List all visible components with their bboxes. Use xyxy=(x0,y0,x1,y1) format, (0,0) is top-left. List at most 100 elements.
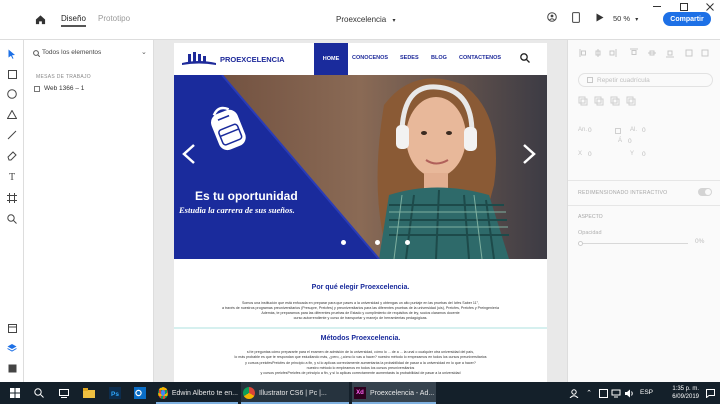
network-icon[interactable] xyxy=(610,386,622,400)
hero-title: Es tu oportunidad xyxy=(195,189,298,203)
tab-prototype[interactable]: Prototipo xyxy=(98,14,130,23)
opacity-slider[interactable] xyxy=(578,241,688,247)
y-label: Y xyxy=(630,151,635,157)
boolean-icons[interactable] xyxy=(578,96,648,106)
zoom-level[interactable]: 50 % ▾ xyxy=(613,14,638,23)
y-value[interactable]: 0 xyxy=(642,151,646,158)
minimize-icon[interactable] xyxy=(650,2,664,12)
prev-slide-arrow-icon[interactable] xyxy=(179,143,199,165)
layers-icon[interactable] xyxy=(4,340,20,356)
people-icon[interactable] xyxy=(568,386,580,400)
share-button[interactable]: Compartir xyxy=(663,12,711,26)
logo-columns-icon xyxy=(182,52,216,65)
volume-icon[interactable] xyxy=(623,386,635,400)
device-preview-icon[interactable] xyxy=(569,10,583,24)
site-brand: PROEXCELENCIA xyxy=(220,55,285,64)
polygon-tool-icon[interactable] xyxy=(4,106,20,122)
ellipse-tool-icon[interactable] xyxy=(4,86,20,102)
plugins-icon[interactable] xyxy=(4,360,20,376)
windows-taskbar: Ps Edwin Alberto te en... Illustrator CS… xyxy=(0,382,720,404)
slide-dot[interactable] xyxy=(405,240,410,245)
width-label: An. xyxy=(578,127,588,133)
chevron-down-icon[interactable]: ⌄ xyxy=(141,48,147,56)
windows-start-icon[interactable] xyxy=(6,384,24,402)
nav-conocenos[interactable]: CONOCENOS xyxy=(352,55,388,61)
taskbar-app-chrome-illustrator[interactable]: Illustrator CS6 | Pc |... xyxy=(241,382,349,404)
height-value[interactable]: 0 xyxy=(642,127,646,134)
taskbar-app-label: Illustrator CS6 | Pc |... xyxy=(259,389,327,397)
photoshop-icon[interactable]: Ps xyxy=(106,384,124,402)
tab-design[interactable]: Diseño xyxy=(61,14,86,27)
nav-home[interactable]: HOME xyxy=(314,43,348,75)
action-center-icon[interactable] xyxy=(704,386,716,400)
x-value[interactable]: 0 xyxy=(588,151,592,158)
rotation-label: Á xyxy=(618,138,623,144)
section2-line: y cursos preicfesPreicfes de principio a… xyxy=(260,371,461,376)
pen-tool-icon[interactable] xyxy=(4,148,20,164)
share-button-label: Compartir xyxy=(670,15,704,23)
play-icon[interactable] xyxy=(593,10,607,24)
chrome-icon xyxy=(158,387,168,399)
zoom-tool-icon[interactable] xyxy=(4,211,20,227)
site-logo[interactable] xyxy=(182,52,216,66)
responsive-resize-toggle[interactable] xyxy=(698,188,712,196)
clock[interactable]: 1:35 p. m. 6/09/2019 xyxy=(659,385,699,403)
rectangle-tool-icon[interactable] xyxy=(4,66,20,82)
panel-divider xyxy=(568,205,720,206)
align-icons[interactable] xyxy=(578,48,713,58)
lock-aspect-icon[interactable] xyxy=(615,128,621,134)
height-label: Al. xyxy=(630,127,638,133)
search-icon[interactable] xyxy=(30,384,48,402)
artboard-tool-icon[interactable] xyxy=(4,190,20,206)
search-icon[interactable] xyxy=(518,51,532,65)
task-view-icon[interactable] xyxy=(55,384,73,402)
design-canvas[interactable]: PROEXCELENCIA HOME CONOCENOS SEDES BLOG … xyxy=(154,40,567,382)
align-toolbar xyxy=(578,48,713,58)
artboard-layer-item[interactable]: Web 1366 – 1 xyxy=(32,84,150,96)
line-tool-icon[interactable] xyxy=(4,127,20,143)
svg-text:Ps: Ps xyxy=(111,391,119,398)
home-icon[interactable] xyxy=(32,11,48,27)
panel-divider xyxy=(568,180,720,181)
slide-dot[interactable] xyxy=(375,240,380,245)
slide-dot[interactable] xyxy=(341,240,346,245)
opacity-slider-track xyxy=(578,243,688,244)
user-icon[interactable] xyxy=(545,10,559,24)
artboard[interactable]: PROEXCELENCIA HOME CONOCENOS SEDES BLOG … xyxy=(174,43,547,382)
rotation-value[interactable]: 0 xyxy=(628,138,632,145)
outlook-icon[interactable] xyxy=(131,384,149,402)
next-slide-arrow-icon[interactable] xyxy=(519,143,539,165)
notification-badge-icon[interactable] xyxy=(597,386,609,400)
appearance-label: ASPECTO xyxy=(578,214,603,220)
adobe-xd-icon: Xd xyxy=(354,387,366,399)
text-tool-icon[interactable]: T xyxy=(4,169,20,185)
close-icon[interactable] xyxy=(703,2,717,12)
opacity-slider-thumb[interactable] xyxy=(578,241,583,246)
document-title[interactable]: Proexcelencia ▾ xyxy=(336,15,396,24)
nav-contactenos[interactable]: CONTACTENOS xyxy=(459,55,501,61)
tool-bar: T xyxy=(0,40,24,382)
search-icon xyxy=(32,48,40,58)
taskbar-app-xd[interactable]: Xd Proexcelencia - Ad... xyxy=(352,382,436,404)
opacity-label: Opacidad xyxy=(578,230,602,236)
assets-icon[interactable] xyxy=(4,320,20,336)
chevron-up-icon[interactable]: ⌃ xyxy=(584,386,594,400)
artboard-icon xyxy=(34,86,40,92)
repeat-grid-button[interactable]: Repetir cuadrícula xyxy=(578,73,713,87)
clock-time: 1:35 p. m. xyxy=(672,386,699,392)
nav-blog[interactable]: BLOG xyxy=(431,55,447,61)
taskbar-app-chrome-edwin[interactable]: Edwin Alberto te en... xyxy=(156,382,238,404)
select-tool-icon[interactable] xyxy=(4,46,20,62)
hero-banner: Es tu oportunidad Estudia la carrera de … xyxy=(174,75,547,259)
repeat-grid-label: Repetir cuadrícula xyxy=(597,77,650,84)
nav-sedes[interactable]: SEDES xyxy=(400,55,419,61)
layer-filter-input[interactable]: Todos los elementos xyxy=(42,49,101,56)
maximize-icon[interactable] xyxy=(677,2,691,12)
section2-title: Métodos Proexcelencia. xyxy=(320,335,401,342)
file-explorer-icon[interactable] xyxy=(80,384,98,402)
input-language[interactable]: ESP xyxy=(640,389,653,396)
zoom-value: 50 % xyxy=(613,14,631,23)
section1-title: Por qué elegir Proexcelencia. xyxy=(311,284,410,291)
width-value[interactable]: 0 xyxy=(588,127,592,134)
opacity-value[interactable]: 0% xyxy=(695,238,704,245)
